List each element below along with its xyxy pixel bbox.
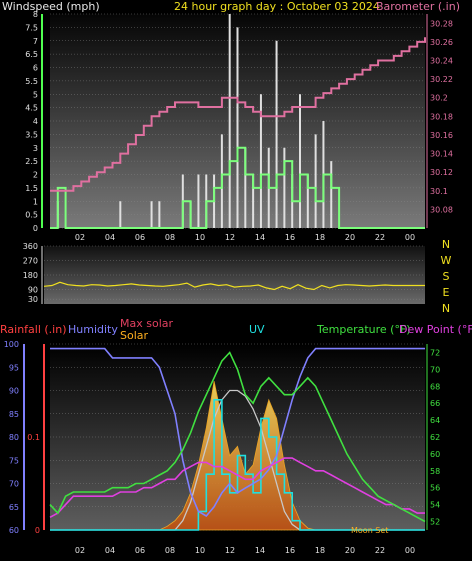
wind-x-tick: 18 <box>315 233 325 242</box>
wind-x-tick: 22 <box>375 233 385 242</box>
moon-set-annotation: Moon Set <box>351 526 389 535</box>
wind-y-tick: 1.5 <box>25 184 38 193</box>
temperature-y-tick: 60 <box>430 450 440 459</box>
main-x-tick: 16 <box>285 546 295 555</box>
compass-letter: E <box>443 286 450 299</box>
direction-y-tick: 90 <box>28 286 38 295</box>
wind-x-tick: 06 <box>135 233 145 242</box>
barometer-y-tick: 30.18 <box>430 112 453 121</box>
wind-y-tick: 6.5 <box>25 50 38 59</box>
wind-x-tick: 00 <box>405 233 415 242</box>
wind-y-tick: 6 <box>33 64 38 73</box>
main-x-tick: 02 <box>75 546 85 555</box>
barometer-y-tick: 30.24 <box>430 57 453 66</box>
dew-point-legend-label: Dew Point (°F) <box>399 323 472 336</box>
barometer-axis-label: Barometer (.in) <box>376 0 460 13</box>
humidity-y-tick: 65 <box>9 503 19 512</box>
barometer-y-tick: 30.1 <box>430 187 448 196</box>
temperature-y-tick: 58 <box>430 467 440 476</box>
humidity-y-tick: 80 <box>9 433 19 442</box>
wind-y-tick: 0 <box>33 224 38 233</box>
barometer-y-tick: 30.14 <box>430 150 453 159</box>
temperature-y-tick: 62 <box>430 433 440 442</box>
main-x-tick: 20 <box>345 546 355 555</box>
rain-y-tick: 0 <box>35 526 40 535</box>
main-x-tick: 08 <box>165 546 175 555</box>
wind-y-tick: 2.5 <box>25 157 38 166</box>
wind-x-tick: 14 <box>255 233 265 242</box>
wind-y-tick: 7.5 <box>25 23 38 32</box>
main-x-tick: 18 <box>315 546 325 555</box>
temperature-y-tick: 54 <box>430 501 440 510</box>
temperature-legend-label: Temperature (°F) <box>317 323 411 336</box>
humidity-legend-label: Humidity <box>68 323 118 336</box>
humidity-y-tick: 95 <box>9 363 19 372</box>
wind-y-tick: 4.5 <box>25 104 38 113</box>
direction-y-tick: 360 <box>23 242 38 251</box>
wind-y-tick: 3.5 <box>25 130 38 139</box>
direction-y-tick: 30 <box>28 295 38 304</box>
wind-x-tick: 02 <box>75 233 85 242</box>
main-x-tick: 06 <box>135 546 145 555</box>
temperature-y-tick: 64 <box>430 416 440 425</box>
direction-y-tick: 270 <box>23 257 38 266</box>
wind-y-tick: 4 <box>33 117 38 126</box>
wind-y-tick: 0.5 <box>25 211 38 220</box>
barometer-y-tick: 30.16 <box>430 131 453 140</box>
chart-title: 24 hour graph day : October 03 2024 <box>174 0 380 13</box>
temperature-y-tick: 56 <box>430 484 440 493</box>
compass-letter: S <box>443 270 450 283</box>
temperature-y-tick: 68 <box>430 382 440 391</box>
main-x-tick: 10 <box>195 546 205 555</box>
humidity-y-tick: 70 <box>9 480 19 489</box>
wind-y-tick: 7 <box>33 37 38 46</box>
wind-x-tick: 10 <box>195 233 205 242</box>
humidity-y-tick: 75 <box>9 456 19 465</box>
main-x-tick: 04 <box>105 546 115 555</box>
rainfall-axis-label: Rainfall (.in) <box>0 323 67 336</box>
temperature-y-tick: 70 <box>430 365 440 374</box>
wind-y-tick: 2 <box>33 171 38 180</box>
windspeed-axis-label: Windspeed (mph) <box>2 0 100 13</box>
main-x-tick: 12 <box>225 546 235 555</box>
humidity-y-tick: 100 <box>4 340 19 349</box>
solar-legend-label: Solar <box>120 329 149 342</box>
temperature-y-tick: 72 <box>430 348 440 357</box>
barometer-y-tick: 30.28 <box>430 19 453 28</box>
wind-x-tick: 16 <box>285 233 295 242</box>
barometer-y-tick: 30.22 <box>430 75 453 84</box>
weather-graph: 00.511.522.533.544.555.566.577.5830.0830… <box>4 10 453 555</box>
temperature-y-tick: 66 <box>430 399 440 408</box>
barometer-y-tick: 30.26 <box>430 38 453 47</box>
direction-y-tick: 180 <box>23 271 38 280</box>
wind-y-tick: 5 <box>33 90 38 99</box>
barometer-y-tick: 30.2 <box>430 94 448 103</box>
wind-y-tick: 3 <box>33 144 38 153</box>
wind-x-tick: 20 <box>345 233 355 242</box>
humidity-y-tick: 90 <box>9 387 19 396</box>
wind-x-tick: 08 <box>165 233 175 242</box>
uv-legend-label: UV <box>249 323 265 336</box>
wind-x-tick: 12 <box>225 233 235 242</box>
main-x-tick: 14 <box>255 546 265 555</box>
wind-y-tick: 1 <box>33 197 38 206</box>
humidity-y-tick: 85 <box>9 410 19 419</box>
main-x-tick: 22 <box>375 546 385 555</box>
barometer-y-tick: 30.12 <box>430 168 453 177</box>
wind-y-tick: 5.5 <box>25 77 38 86</box>
compass-letter: W <box>441 254 452 267</box>
main-x-tick: 00 <box>405 546 415 555</box>
barometer-y-tick: 30.08 <box>430 205 453 214</box>
compass-letter: N <box>442 302 450 315</box>
wind-x-tick: 04 <box>105 233 115 242</box>
rain-y-tick: 0.1 <box>27 433 40 442</box>
humidity-y-tick: 60 <box>9 526 19 535</box>
temperature-y-tick: 52 <box>430 518 440 527</box>
compass-letter: N <box>442 238 450 251</box>
